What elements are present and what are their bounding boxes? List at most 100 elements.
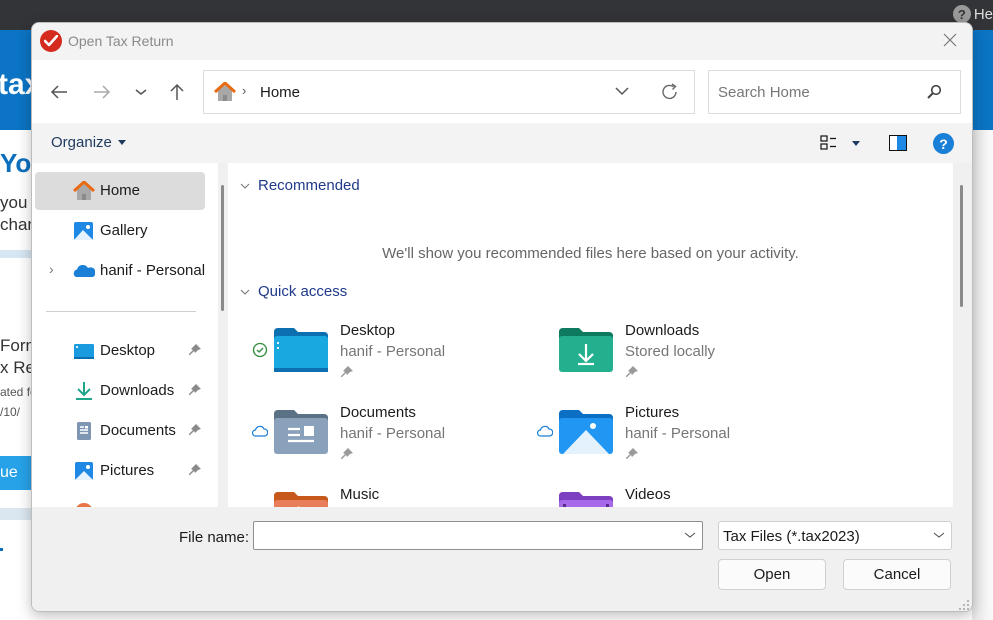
- app-checkmark-icon: [40, 30, 62, 52]
- dialog-title: Open Tax Return: [68, 33, 174, 49]
- item-name: Desktop: [340, 322, 396, 339]
- nav-item-pictures[interactable]: Pictures: [35, 452, 205, 490]
- back-button[interactable]: [47, 80, 71, 104]
- preview-pane-button[interactable]: [889, 135, 907, 151]
- documents-icon: [77, 422, 91, 440]
- nav-item-documents[interactable]: Documents: [35, 412, 205, 450]
- quick-access-item-music[interactable]: Music: [252, 486, 522, 507]
- resize-grip-icon[interactable]: [958, 599, 970, 611]
- home-icon: [73, 181, 95, 200]
- chevron-right-icon[interactable]: ›: [49, 261, 54, 277]
- address-dropdown-icon[interactable]: [614, 85, 630, 97]
- chevron-down-icon[interactable]: [684, 531, 696, 539]
- address-bar[interactable]: › Home: [203, 70, 695, 114]
- chevron-down-icon: [933, 532, 945, 538]
- nav-item-home[interactable]: Home: [35, 172, 205, 210]
- quick-access-item-desktop[interactable]: Desktop hanif - Personal: [252, 322, 522, 392]
- content-pane-scrollbar[interactable]: [953, 163, 972, 507]
- pin-icon[interactable]: [188, 423, 202, 437]
- item-location: hanif - Personal: [625, 425, 731, 442]
- file-name-combobox[interactable]: [253, 521, 703, 550]
- nav-item-label: Desktop: [100, 342, 156, 359]
- quick-access-item-downloads[interactable]: Downloads Stored locally: [537, 322, 807, 392]
- chevron-down-icon: [240, 183, 250, 189]
- close-button[interactable]: [940, 31, 960, 51]
- quick-access-item-pictures[interactable]: Pictures hanif - Personal: [537, 404, 807, 474]
- nav-item-label: Gallery: [100, 222, 148, 239]
- file-name-label: File name:: [179, 529, 250, 546]
- quick-access-item-documents[interactable]: Documents hanif - Personal: [252, 404, 522, 474]
- nav-item-onedrive[interactable]: › hanif - Personal: [35, 252, 205, 290]
- download-icon: [76, 382, 92, 400]
- chevron-down-icon: [135, 89, 147, 95]
- item-name: Downloads: [625, 322, 700, 339]
- view-options-caret-icon[interactable]: [852, 141, 860, 146]
- background-right-edge: [972, 130, 993, 620]
- nav-item-label: Downloads: [100, 382, 175, 399]
- section-title: Recommended: [258, 177, 360, 194]
- search-icon[interactable]: [926, 84, 942, 100]
- chevron-down-icon: [240, 289, 250, 295]
- documents-folder-icon: [274, 410, 328, 454]
- arrow-right-icon: [94, 85, 111, 99]
- videos-folder-icon: [559, 492, 613, 507]
- change-view-icon[interactable]: [820, 134, 838, 152]
- nav-item-label: Pictures: [100, 462, 155, 479]
- pin-icon[interactable]: [188, 343, 202, 357]
- nav-item-downloads[interactable]: Downloads: [35, 372, 205, 410]
- pin-icon: [626, 448, 638, 459]
- item-location: hanif - Personal: [340, 343, 446, 360]
- recommended-empty-message: We'll show you recommended files here ba…: [382, 245, 799, 262]
- cancel-button[interactable]: Cancel: [843, 559, 951, 590]
- organize-label: Organize: [51, 134, 112, 151]
- command-bar: Organize ?: [32, 123, 972, 163]
- nav-item-label: hanif - Personal: [100, 262, 206, 279]
- pin-icon: [341, 448, 353, 459]
- nav-item-label: Documents: [100, 422, 176, 439]
- section-title: Quick access: [258, 283, 348, 300]
- nav-item-desktop[interactable]: Desktop: [35, 332, 205, 370]
- scrollbar-thumb[interactable]: [221, 185, 224, 311]
- synced-check-icon: [252, 342, 268, 358]
- nav-item-music-partial[interactable]: [35, 492, 205, 507]
- file-name-input[interactable]: [254, 522, 674, 549]
- downloads-folder-icon: [559, 328, 613, 372]
- pin-icon: [626, 366, 638, 377]
- refresh-icon[interactable]: [660, 82, 680, 102]
- pin-icon[interactable]: [188, 383, 202, 397]
- navigation-pane: Home Gallery › hanif - Personal Desktop …: [32, 163, 218, 507]
- organize-button[interactable]: Organize: [51, 134, 126, 151]
- search-input[interactable]: [709, 71, 909, 113]
- music-folder-icon: [274, 492, 328, 507]
- item-name: Videos: [625, 486, 671, 503]
- home-icon: [214, 82, 236, 101]
- quick-access-item-videos[interactable]: Videos: [537, 486, 807, 507]
- open-file-dialog: Open Tax Return › Home Search Home Organ…: [31, 22, 973, 612]
- item-location: Stored locally: [625, 343, 716, 360]
- forward-button[interactable]: [90, 80, 114, 104]
- nav-item-gallery[interactable]: Gallery: [35, 212, 205, 250]
- content-pane: Recommended We'll show you recommended f…: [228, 163, 953, 507]
- search-box[interactable]: [708, 70, 961, 114]
- up-button[interactable]: [165, 80, 189, 104]
- item-name: Documents: [340, 404, 416, 421]
- dialog-titlebar[interactable]: Open Tax Return: [32, 23, 972, 60]
- navigation-pane-scrollbar[interactable]: [218, 163, 228, 507]
- open-button[interactable]: Open: [718, 559, 826, 590]
- gallery-icon: [74, 222, 93, 240]
- scrollbar-thumb[interactable]: [960, 185, 963, 307]
- pin-icon[interactable]: [188, 463, 202, 477]
- quick-access-section-header[interactable]: Quick access: [240, 283, 347, 300]
- close-icon: [943, 33, 957, 47]
- recommended-section-header[interactable]: Recommended: [240, 177, 360, 194]
- desktop-folder-icon: [74, 344, 94, 359]
- background-help-link[interactable]: ? He: [952, 5, 993, 23]
- file-type-select[interactable]: Tax Files (*.tax2023): [718, 521, 952, 550]
- breadcrumb-home[interactable]: Home: [260, 84, 300, 101]
- caret-down-icon: [117, 140, 126, 145]
- background-dot: [0, 548, 3, 551]
- pictures-icon: [75, 462, 93, 480]
- help-button[interactable]: ?: [933, 133, 954, 154]
- background-help-label: He: [973, 5, 993, 23]
- recent-locations-button[interactable]: [129, 80, 153, 104]
